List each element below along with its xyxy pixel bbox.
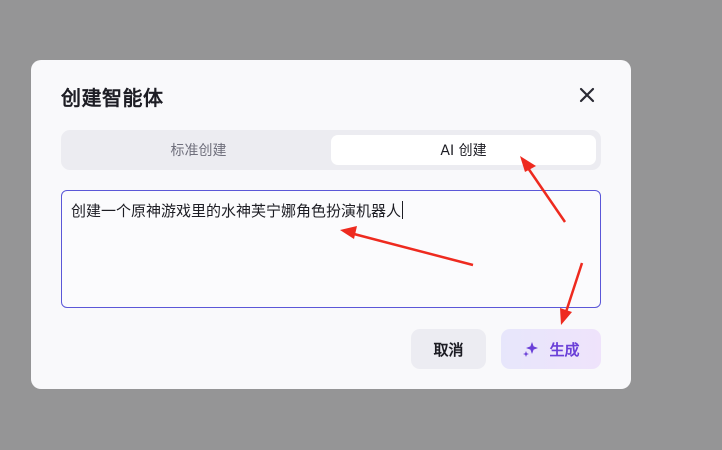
create-agent-dialog: 创建智能体 标准创建 AI 创建 创建一个原神游戏里的水神芙宁娜角色扮演机器人 … <box>31 60 631 389</box>
sparkle-icon <box>522 340 540 358</box>
generate-button[interactable]: 生成 <box>501 329 601 369</box>
generate-button-label: 生成 <box>549 340 580 359</box>
creation-mode-tabs: 标准创建 AI 创建 <box>61 130 601 170</box>
tab-ai-create[interactable]: AI 创建 <box>331 135 596 165</box>
prompt-input-text: 创建一个原神游戏里的水神芙宁娜角色扮演机器人 <box>71 202 402 220</box>
text-cursor <box>402 201 404 219</box>
prompt-input[interactable]: 创建一个原神游戏里的水神芙宁娜角色扮演机器人 <box>61 190 601 308</box>
dialog-title: 创建智能体 <box>61 86 164 110</box>
close-icon <box>579 87 595 103</box>
tab-standard-create[interactable]: 标准创建 <box>66 135 331 165</box>
close-button[interactable] <box>576 84 598 106</box>
cancel-button[interactable]: 取消 <box>411 329 486 369</box>
